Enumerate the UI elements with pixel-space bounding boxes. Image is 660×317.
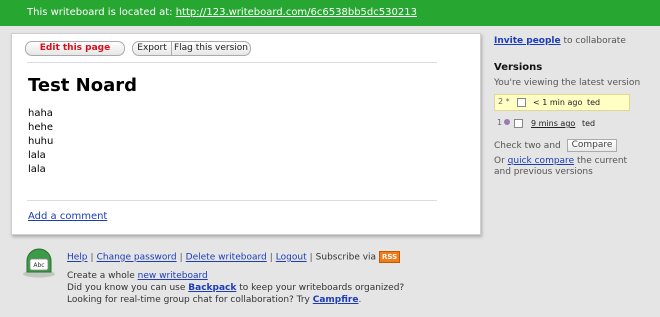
quick-compare-link[interactable]: quick compare xyxy=(508,156,574,166)
location-bar: This writeboard is located at: http://12… xyxy=(0,0,660,26)
document-line: lala xyxy=(28,164,46,175)
document-line: haha xyxy=(28,108,53,119)
document-toolbar: Edit this page Export Flag this version xyxy=(22,41,462,57)
quick-compare-text: Or quick compare the current and previou… xyxy=(494,156,644,178)
versions-heading: Versions xyxy=(494,62,543,73)
version-time-link[interactable]: 9 mins ago xyxy=(531,119,575,128)
invite-people-link[interactable]: Invite people xyxy=(494,36,561,46)
backpack-line: Did you know you can use Backpack to kee… xyxy=(67,283,404,293)
footer-links: Help | Change password | Delete writeboard | L… xyxy=(67,251,401,263)
flag-version-button[interactable]: Flag this version xyxy=(171,41,251,56)
document-body: haha hehe huhu lala lala xyxy=(28,107,53,177)
document-title: Test Noard xyxy=(28,75,138,96)
change-password-link[interactable]: Change password xyxy=(97,253,177,263)
new-writeboard-link[interactable]: new writeboard xyxy=(138,271,208,281)
version-dot-icon xyxy=(504,119,510,125)
backpack-prefix: Did you know you can use xyxy=(67,283,186,293)
divider xyxy=(27,62,437,63)
backpack-link[interactable]: Backpack xyxy=(188,283,236,293)
compare-button[interactable]: Compare xyxy=(566,139,618,152)
create-prefix: Create a whole xyxy=(67,271,135,281)
rss-badge[interactable]: RSS xyxy=(378,251,401,263)
version-time: < 1 min ago xyxy=(533,98,583,107)
document-card: Edit this page Export Flag this version … xyxy=(11,33,481,235)
check-two-label: Check two and xyxy=(494,141,561,151)
delete-writeboard-link[interactable]: Delete writeboard xyxy=(186,253,267,263)
backpack-suffix: to keep your writeboards organized? xyxy=(239,283,405,293)
logout-link[interactable]: Logout xyxy=(276,253,307,263)
footer: Abc Help | Change password | Delete writeboa… xyxy=(0,248,660,317)
compare-row: Check two and Compare xyxy=(494,139,618,153)
writeboard-url-link[interactable]: http://123.writeboard.com/6c6538bb5dc530… xyxy=(176,7,417,18)
location-label: This writeboard is located at: xyxy=(27,7,173,18)
document-line: hehe xyxy=(28,122,53,133)
export-button[interactable]: Export xyxy=(132,41,172,56)
help-link[interactable]: Help xyxy=(67,253,88,263)
campfire-line: Looking for real-time group chat for col… xyxy=(67,295,361,305)
version-row: 1 9 mins ago ted xyxy=(494,116,630,131)
document-line: huhu xyxy=(28,136,54,147)
version-checkbox[interactable] xyxy=(517,98,526,107)
or-prefix: Or xyxy=(494,156,505,166)
campfire-suffix: . xyxy=(358,295,362,305)
document-line: lala xyxy=(28,150,46,161)
invite-suffix: to collaborate xyxy=(563,36,626,46)
version-row-current: 2 * < 1 min ago ted xyxy=(494,94,630,111)
version-author: ted xyxy=(587,98,601,107)
version-marker: 2 * xyxy=(498,97,510,106)
writeboard-logo-icon: Abc xyxy=(23,248,55,278)
campfire-prefix: Looking for real-time group chat for col… xyxy=(67,295,310,305)
edit-page-button[interactable]: Edit this page xyxy=(25,41,125,56)
subscribe-label: Subscribe via xyxy=(315,252,377,263)
logo-text: Abc xyxy=(33,262,44,269)
create-line: Create a whole new writeboard xyxy=(67,271,208,281)
version-author: ted xyxy=(582,119,596,128)
versions-note: You're viewing the latest version xyxy=(494,78,641,88)
version-checkbox[interactable] xyxy=(514,119,523,128)
invite-row: Invite people to collaborate xyxy=(494,36,626,46)
version-marker: 1 xyxy=(497,118,503,127)
add-comment-link[interactable]: Add a comment xyxy=(28,211,107,222)
campfire-link[interactable]: Campfire xyxy=(313,295,359,305)
divider xyxy=(27,200,437,201)
